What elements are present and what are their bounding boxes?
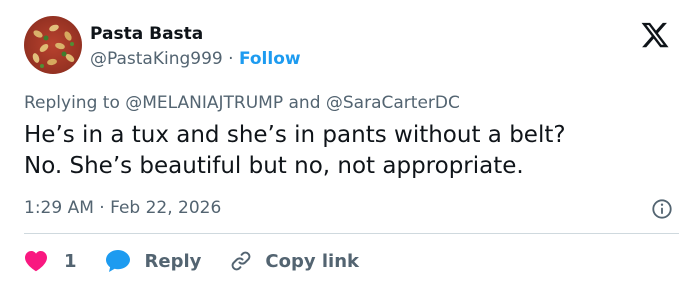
copy-link-label: Copy link xyxy=(265,250,359,272)
divider xyxy=(24,233,679,234)
timestamp-separator: · xyxy=(99,198,105,218)
info-icon[interactable] xyxy=(651,198,673,220)
reply-label: Reply xyxy=(144,250,202,272)
like-count: 1 xyxy=(64,250,77,272)
author-handle[interactable]: @PastaKing999 xyxy=(90,49,223,69)
timestamp-time: 1:29 AM xyxy=(24,198,94,218)
reply-mention-1[interactable]: @MELANIAJTRUMP xyxy=(125,93,283,113)
follow-button[interactable]: Follow xyxy=(239,49,301,69)
timestamp[interactable]: 1:29 AM · Feb 22, 2026 xyxy=(24,198,221,218)
timestamp-date: Feb 22, 2026 xyxy=(110,198,222,218)
like-button[interactable]: 1 xyxy=(24,250,77,272)
reply-context: Replying to @MELANIAJTRUMP and @SaraCart… xyxy=(24,93,460,113)
author-display-name[interactable]: Pasta Basta xyxy=(90,24,203,44)
x-logo-icon[interactable] xyxy=(640,20,670,50)
tweet-card: Pasta Basta @PastaKing999 · Follow Reply… xyxy=(0,0,700,287)
reply-prefix: Replying to xyxy=(24,93,120,113)
tweet-text: He’s in a tux and she’s in pants without… xyxy=(24,122,566,179)
reply-mention-2[interactable]: @SaraCarterDC xyxy=(326,93,460,113)
speech-bubble-icon xyxy=(105,250,130,272)
reply-button[interactable]: Reply xyxy=(105,249,202,273)
heart-icon xyxy=(25,251,47,272)
copy-link-button[interactable]: Copy link xyxy=(229,249,359,273)
action-bar: 1 Reply Copy link xyxy=(24,246,359,276)
author-handle-row: @PastaKing999 · Follow xyxy=(90,49,301,69)
reply-joiner: and xyxy=(288,93,321,113)
link-icon xyxy=(232,251,251,271)
avatar[interactable] xyxy=(24,16,82,74)
handle-separator: · xyxy=(228,49,234,69)
